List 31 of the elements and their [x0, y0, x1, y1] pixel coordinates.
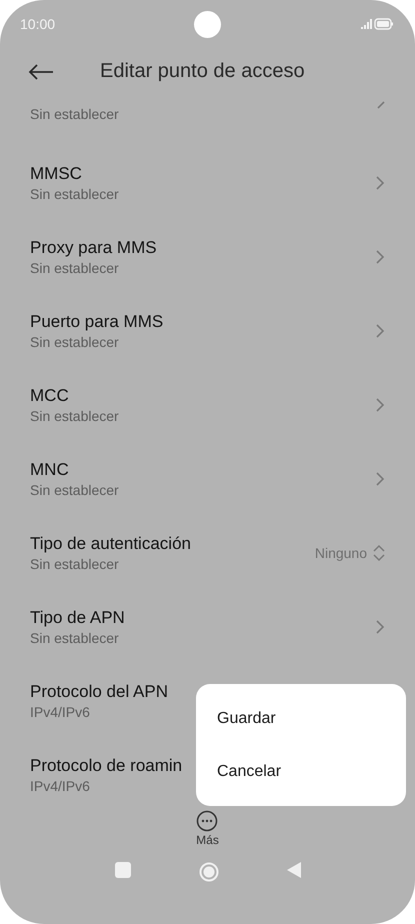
- item-title[interactable]: Tipo de APN: [30, 607, 125, 629]
- item-subtitle: IPv4/IPv6: [30, 703, 91, 721]
- item-subtitle: Sin establecer: [30, 629, 120, 647]
- item-subtitle: Sin establecer: [30, 333, 120, 351]
- up-down-icon: [373, 544, 385, 562]
- item-subtitle: Sin establecer: [30, 105, 119, 123]
- home-button[interactable]: [198, 862, 218, 882]
- item-subtitle: Sin establecer: [30, 259, 120, 277]
- item-title[interactable]: Proxy para MMS: [30, 237, 157, 259]
- menu-item[interactable]: Guardar: [196, 692, 406, 745]
- item-title[interactable]: Tipo de autenticación: [30, 533, 191, 555]
- item-subtitle: IPv4/IPv6: [30, 777, 91, 795]
- item-title[interactable]: MNC: [30, 459, 119, 481]
- item-title[interactable]: MCC: [30, 385, 119, 407]
- status-icons: [361, 18, 393, 30]
- back-button[interactable]: [286, 862, 300, 878]
- recents-button[interactable]: [114, 862, 130, 878]
- item-subtitle: Sin establecer: [30, 407, 119, 425]
- menu-item[interactable]: Cancelar: [196, 745, 406, 798]
- back-arrow-icon[interactable]: [28, 64, 54, 80]
- item-title[interactable]: Protocolo de roamin: [30, 755, 182, 777]
- status-time: 10:00: [20, 16, 56, 32]
- camera-cutout: [194, 11, 221, 38]
- item-subtitle: Sin establecer: [30, 185, 119, 203]
- item-title[interactable]: MMSC: [30, 163, 119, 185]
- item-title[interactable]: Puerto para MMS: [30, 311, 164, 333]
- item-subtitle: Sin establecer: [30, 481, 119, 499]
- item-title[interactable]: Protocolo del APN: [30, 681, 168, 703]
- page-title: Editar punto de acceso: [100, 60, 305, 83]
- more-button[interactable]: Más: [196, 808, 219, 847]
- item-subtitle: Sin establecer: [30, 555, 120, 573]
